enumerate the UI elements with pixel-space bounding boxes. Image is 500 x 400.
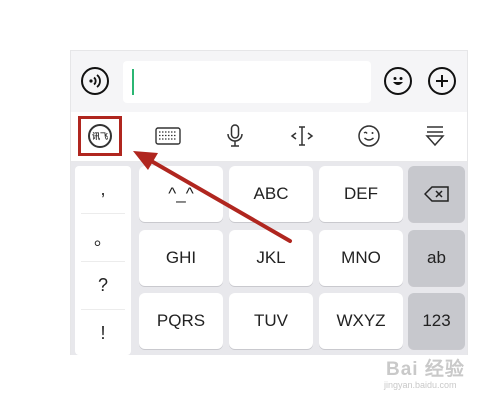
- key-emoticon[interactable]: ^_^: [139, 166, 223, 222]
- emoji-face-icon[interactable]: [384, 67, 412, 95]
- t9-keyboard: , 。 ? ! ^_^ ABC DEF GHI JKL MNO ab PQRS …: [71, 162, 467, 355]
- key-abc[interactable]: ABC: [229, 166, 313, 222]
- smiley-icon[interactable]: [352, 120, 386, 152]
- punct-exclamation[interactable]: !: [75, 310, 131, 357]
- message-input[interactable]: [123, 61, 371, 103]
- voice-waves-icon[interactable]: [81, 67, 109, 95]
- key-tuv[interactable]: TUV: [229, 293, 313, 349]
- highlight-box: [78, 116, 122, 156]
- key-ghi[interactable]: GHI: [139, 230, 223, 286]
- key-mno[interactable]: MNO: [319, 230, 403, 286]
- delete-key[interactable]: [408, 166, 465, 222]
- key-def[interactable]: DEF: [319, 166, 403, 222]
- text-cursor-icon[interactable]: [285, 120, 319, 152]
- watermark-url: jingyan.baidu.com: [384, 380, 457, 390]
- keyboard-icon[interactable]: [151, 120, 185, 152]
- input-bar: [71, 50, 467, 113]
- punct-period[interactable]: 。: [75, 214, 131, 261]
- key-123[interactable]: 123: [408, 293, 465, 349]
- punctuation-column[interactable]: , 。 ? !: [75, 166, 131, 355]
- ime-toolbar: 讯飞: [71, 112, 467, 162]
- hide-keyboard-icon[interactable]: [418, 120, 452, 152]
- watermark-brand: Bai 经验: [386, 359, 465, 380]
- key-wxyz[interactable]: WXYZ: [319, 293, 403, 349]
- phone-keyboard-screenshot: 讯飞 , 。 ? ! ^_^ ABC DEF GHI JKL MNO ab PQ…: [70, 50, 468, 355]
- key-ab[interactable]: ab: [408, 230, 465, 286]
- punct-comma[interactable]: ,: [75, 166, 131, 213]
- baidu-jingyan-watermark: Bai 经验 jingyan.baidu.com: [376, 352, 496, 396]
- text-caret: [132, 69, 134, 95]
- key-jkl[interactable]: JKL: [229, 230, 313, 286]
- key-pqrs[interactable]: PQRS: [139, 293, 223, 349]
- microphone-icon[interactable]: [218, 120, 252, 152]
- plus-icon[interactable]: [428, 67, 456, 95]
- delete-icon: [423, 186, 449, 202]
- punct-question[interactable]: ?: [75, 262, 131, 309]
